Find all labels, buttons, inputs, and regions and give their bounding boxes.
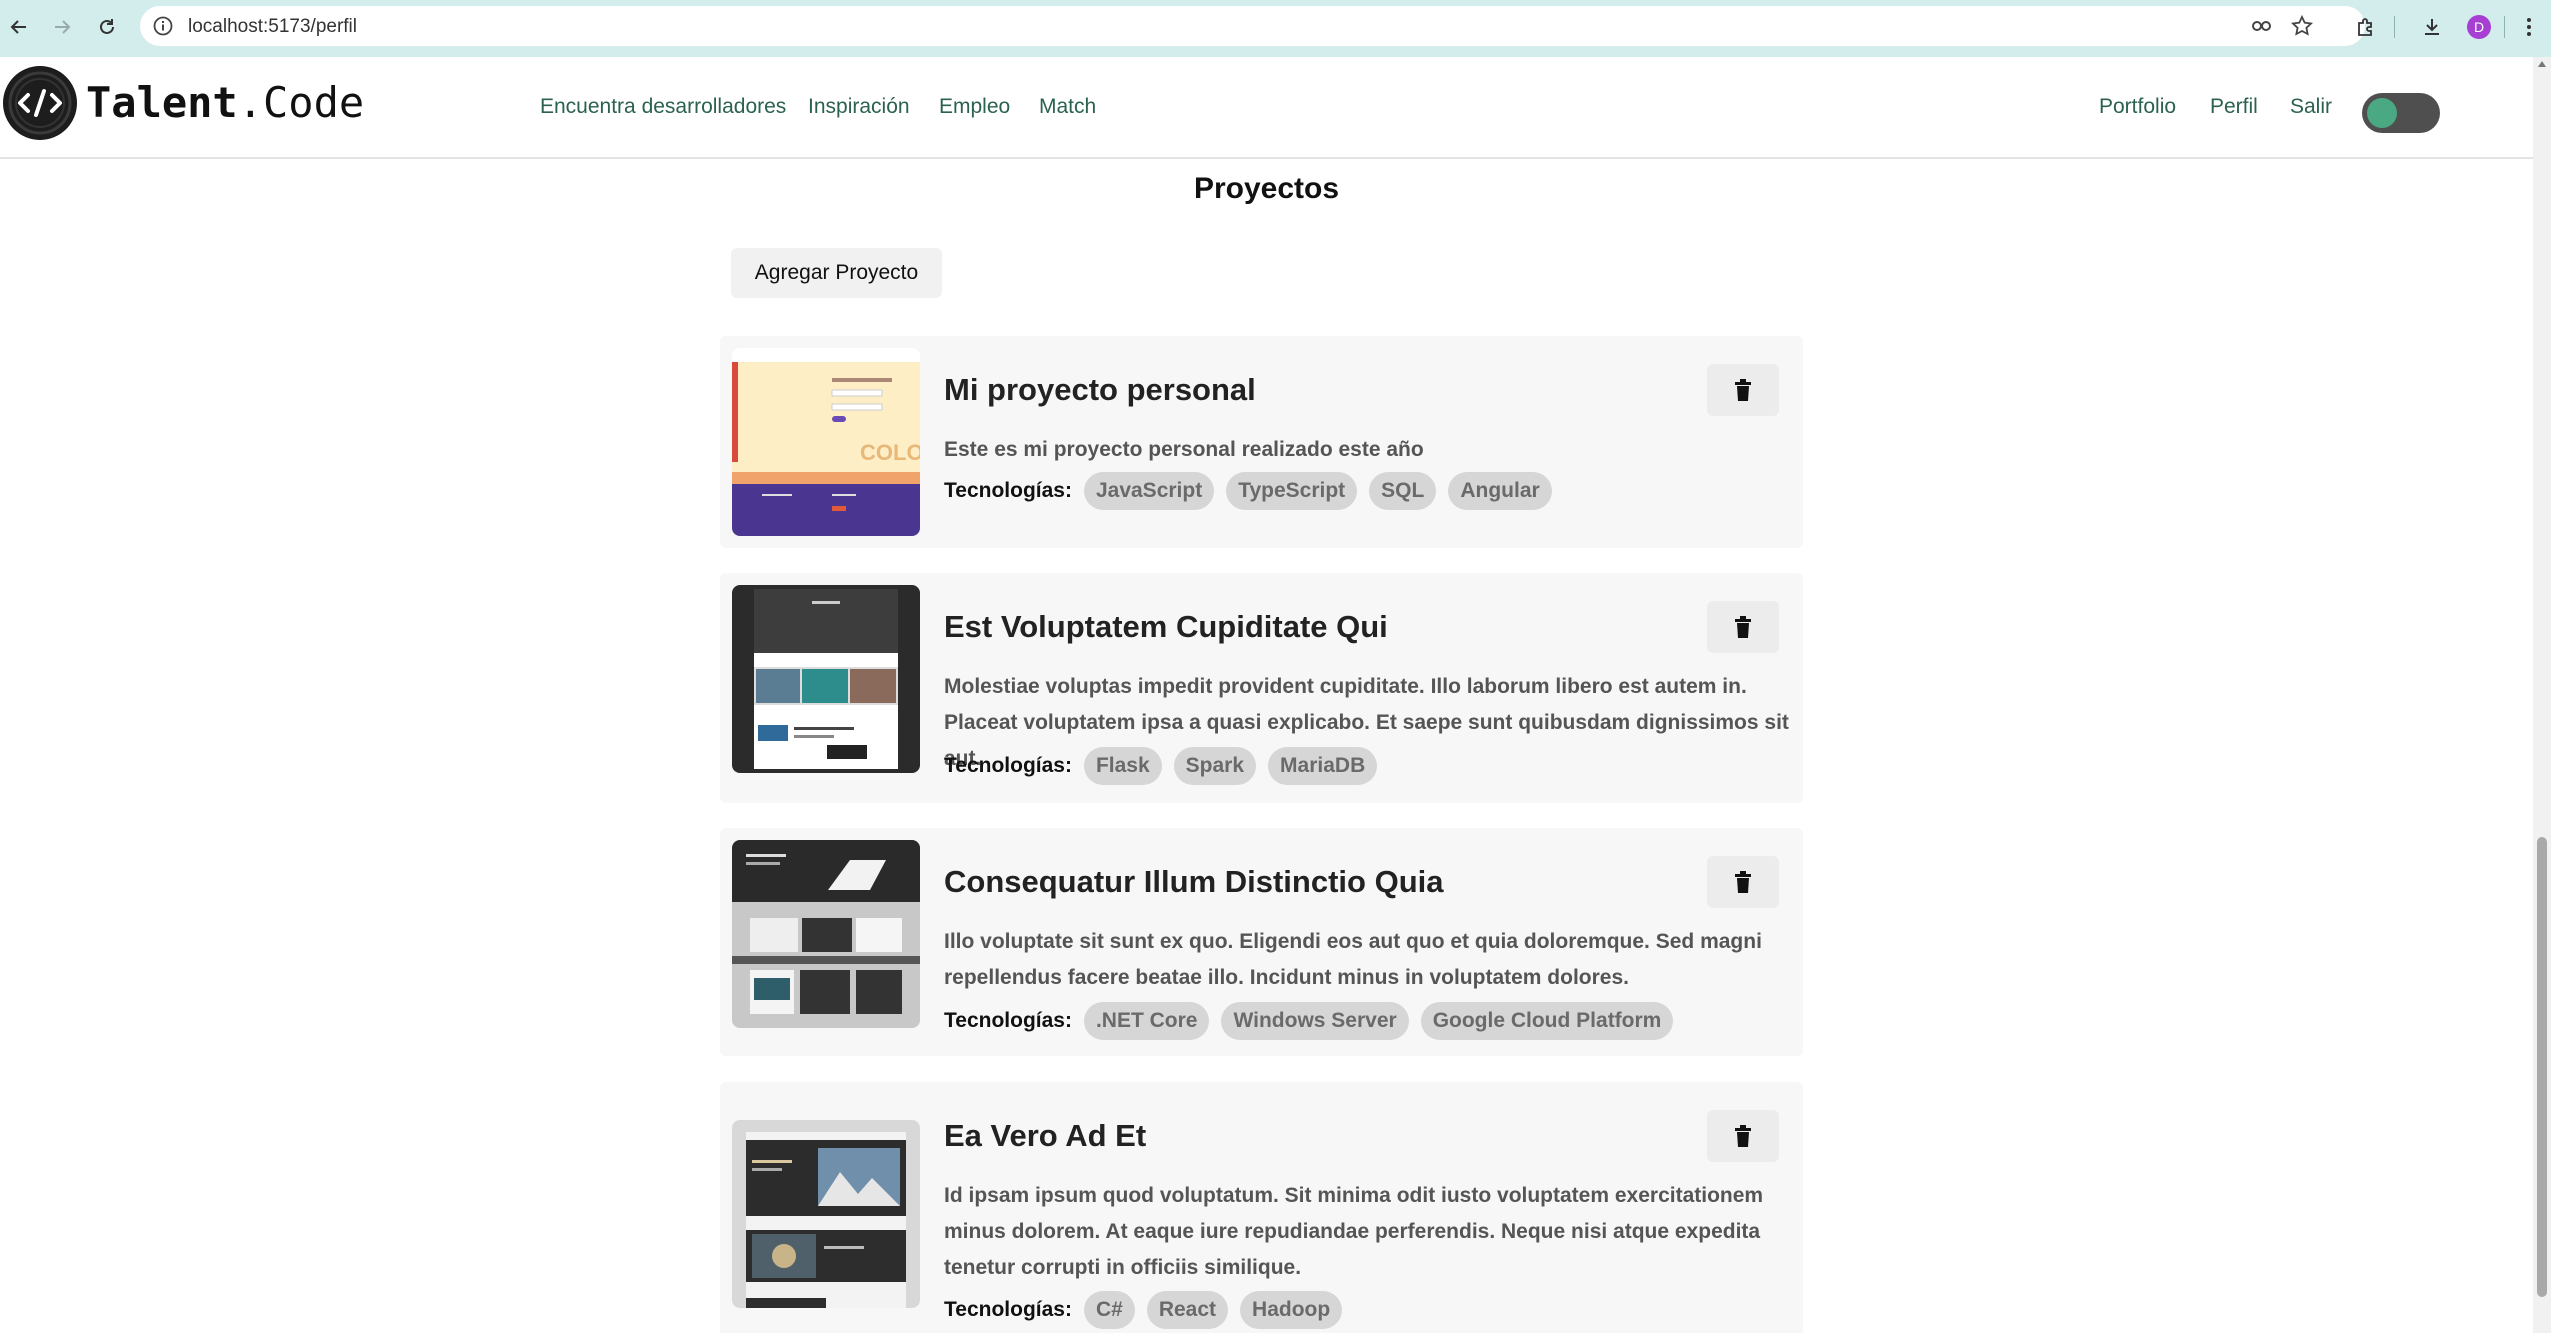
scrollbar-thumb[interactable] [2537, 837, 2547, 1297]
technology-tag: MariaDB [1268, 747, 1378, 785]
svg-text:COLOR: COLOR [860, 440, 920, 465]
profile-initial: D [2467, 15, 2491, 39]
browser-toolbar: localhost:5173/perfil D [0, 0, 2551, 58]
project-description: Id ipsam ipsum quod voluptatum. Sit mini… [944, 1184, 1764, 1279]
nav-perfil[interactable]: Perfil [2210, 95, 2258, 119]
key-icon[interactable] [2250, 14, 2274, 38]
nav-portfolio[interactable]: Portfolio [2099, 95, 2176, 119]
technology-tag: Spark [1173, 747, 1257, 785]
project-description: Este es mi proyecto personal realizado e… [944, 438, 1424, 461]
add-project-button[interactable]: Agregar Proyecto [731, 248, 942, 298]
toggle-knob [2367, 98, 2397, 128]
technology-tag: Hadoop [1240, 1291, 1343, 1329]
technology-tag: SQL [1369, 472, 1437, 510]
trash-icon [1735, 616, 1751, 638]
scroll-up-arrow[interactable] [2538, 61, 2546, 67]
project-description: Illo voluptate sit sunt ex quo. Eligendi… [944, 930, 1762, 989]
trash-icon [1735, 379, 1751, 401]
delete-project-button[interactable] [1707, 856, 1779, 908]
technology-tag: Angular [1448, 472, 1552, 510]
technologies-label: Tecnologías: [944, 479, 1072, 502]
toolbar-divider [2394, 16, 2395, 38]
profile-avatar[interactable]: D [2463, 11, 2495, 43]
technology-tag: Windows Server [1221, 1002, 1409, 1040]
delete-project-button[interactable] [1707, 364, 1779, 416]
technologies-label: Tecnologías: [944, 1009, 1072, 1032]
technology-tag: TypeScript [1226, 472, 1358, 510]
technology-tag: Google Cloud Platform [1420, 1002, 1674, 1040]
technologies-label: Tecnologías: [944, 1298, 1072, 1321]
technology-tag: C# [1083, 1291, 1135, 1329]
delete-project-button[interactable] [1707, 601, 1779, 653]
arrow-right-icon[interactable] [45, 10, 79, 44]
project-card: Consequatur Illum Distinctio Quia Illo v… [720, 828, 1803, 1056]
section-title: Proyectos [1193, 172, 1340, 205]
technology-tag: JavaScript [1083, 472, 1215, 510]
project-thumbnail[interactable]: COLOR [732, 348, 920, 536]
nav-salir[interactable]: Salir [2290, 95, 2332, 119]
technology-tag: .NET Core [1083, 1002, 1210, 1040]
delete-project-button[interactable] [1707, 1110, 1779, 1162]
technology-tag: Flask [1083, 747, 1162, 785]
nav-match[interactable]: Match [1039, 95, 1096, 119]
toolbar-divider [2504, 16, 2505, 38]
nav-empleo[interactable]: Empleo [939, 95, 1010, 119]
reload-icon[interactable] [90, 10, 124, 44]
technology-tag: React [1146, 1291, 1229, 1329]
logo-bold: Talent [86, 78, 238, 127]
url-text[interactable]: localhost:5173/perfil [188, 16, 357, 38]
technologies-row: Tecnologías: Flask Spark MariaDB [944, 747, 1378, 785]
nav-inspiracion[interactable]: Inspiración [808, 95, 910, 119]
logo-wordmark[interactable]: Talent.Code [86, 78, 364, 127]
logo-icon[interactable] [3, 66, 77, 140]
project-card: Ea Vero Ad Et Id ipsam ipsum quod volupt… [720, 1082, 1803, 1333]
logo-rest: .Code [237, 78, 365, 127]
address-bar[interactable]: localhost:5173/perfil [140, 6, 2365, 46]
nav-encuentra-desarrolladores[interactable]: Encuentra desarrolladores [540, 95, 786, 119]
technologies-label: Tecnologías: [944, 754, 1072, 777]
info-icon[interactable] [152, 15, 174, 37]
site-header: Talent.Code Encuentra desarrolladores In… [0, 57, 2533, 159]
project-title: Est Voluptatem Cupiditate Qui [944, 609, 1388, 644]
trash-icon [1735, 871, 1751, 893]
project-card: Est Voluptatem Cupiditate Qui Molestiae … [720, 573, 1803, 803]
more-menu-icon[interactable] [2513, 11, 2545, 43]
project-thumbnail[interactable] [732, 585, 920, 773]
puzzle-icon[interactable] [2350, 11, 2382, 43]
download-icon[interactable] [2416, 11, 2448, 43]
theme-toggle[interactable] [2362, 93, 2440, 133]
project-thumbnail[interactable] [732, 1120, 920, 1308]
technologies-row: Tecnologías: C# React Hadoop [944, 1291, 1343, 1329]
technologies-row: Tecnologías: JavaScript TypeScript SQL A… [944, 472, 1552, 510]
project-title: Ea Vero Ad Et [944, 1118, 1147, 1153]
project-title: Consequatur Illum Distinctio Quia [944, 864, 1444, 899]
project-card: COLOR Mi proyecto personal Este es mi pr… [720, 336, 1803, 548]
technologies-row: Tecnologías: .NET Core Windows Server Go… [944, 1002, 1674, 1040]
arrow-left-icon[interactable] [2, 10, 36, 44]
trash-icon [1735, 1125, 1751, 1147]
project-title: Mi proyecto personal [944, 372, 1256, 407]
page-scrollbar[interactable] [2533, 57, 2551, 1333]
project-thumbnail[interactable] [732, 840, 920, 1028]
star-icon[interactable] [2290, 14, 2314, 38]
